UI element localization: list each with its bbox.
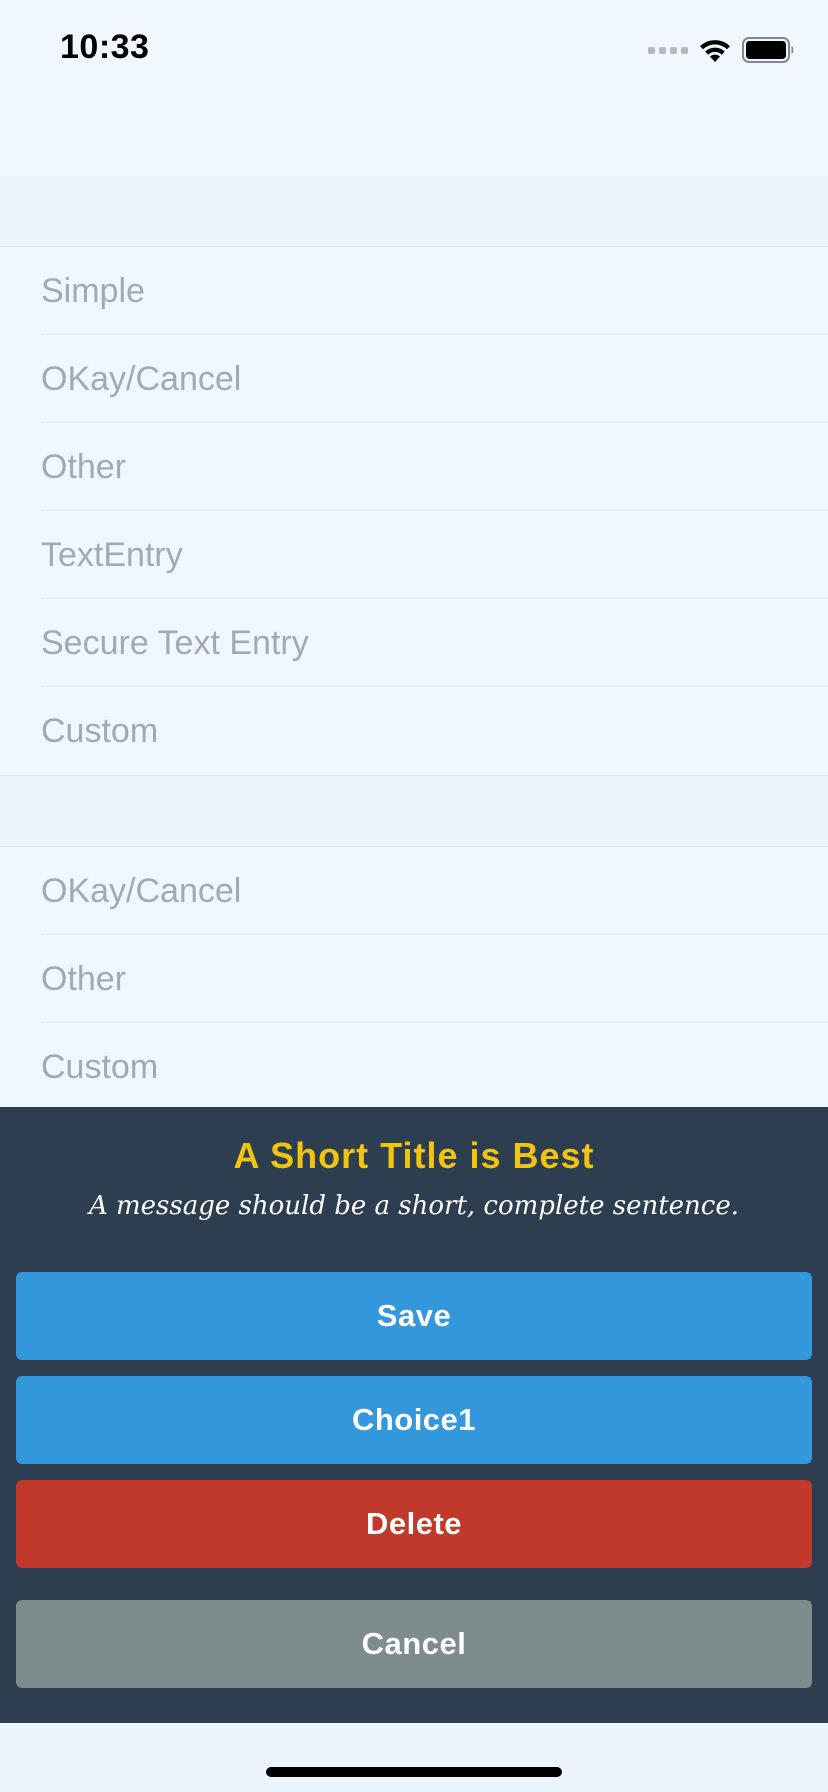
- save-button[interactable]: Save: [16, 1272, 812, 1360]
- row-label: Other: [41, 448, 127, 486]
- wifi-icon: [700, 40, 730, 62]
- section-header: [0, 176, 828, 247]
- table-row[interactable]: Other: [0, 423, 828, 511]
- alert-title: A Short Title is Best: [233, 1135, 595, 1176]
- table-row[interactable]: TextEntry: [0, 511, 828, 599]
- status-icons: [648, 36, 796, 64]
- row-label: TextEntry: [41, 536, 183, 574]
- table-row[interactable]: Other: [0, 935, 828, 1023]
- cancel-button[interactable]: Cancel: [16, 1600, 812, 1688]
- home-indicator[interactable]: [266, 1767, 562, 1777]
- row-label: Secure Text Entry: [41, 624, 309, 662]
- row-label: Custom: [41, 712, 159, 750]
- home-indicator-area: [0, 1723, 828, 1792]
- table-row[interactable]: Custom: [0, 1023, 828, 1111]
- navigation-bar: [0, 100, 828, 176]
- row-label: Custom: [41, 1048, 159, 1086]
- table-row[interactable]: Custom: [0, 687, 828, 775]
- table-row[interactable]: OKay/Cancel: [0, 847, 828, 935]
- battery-icon: [742, 37, 794, 63]
- signal-dots-icon: [648, 46, 688, 54]
- table-row[interactable]: OKay/Cancel: [0, 335, 828, 423]
- status-bar: 10:33: [0, 0, 828, 100]
- row-label: Other: [41, 960, 127, 998]
- section-header: [0, 775, 828, 847]
- alert-options-table: Simple OKay/Cancel Other TextEntry Secur…: [0, 176, 828, 1111]
- action-sheet: A Short Title is Best A message should b…: [0, 1107, 828, 1723]
- choice1-button[interactable]: Choice1: [16, 1376, 812, 1464]
- row-label: OKay/Cancel: [41, 872, 242, 910]
- row-label: Simple: [41, 272, 145, 310]
- status-time: 10:33: [60, 28, 150, 66]
- row-label: OKay/Cancel: [41, 360, 242, 398]
- alert-message: A message should be a short, complete se…: [88, 1191, 740, 1221]
- delete-button[interactable]: Delete: [16, 1480, 812, 1568]
- table-row[interactable]: Simple: [0, 247, 828, 335]
- table-row[interactable]: Secure Text Entry: [0, 599, 828, 687]
